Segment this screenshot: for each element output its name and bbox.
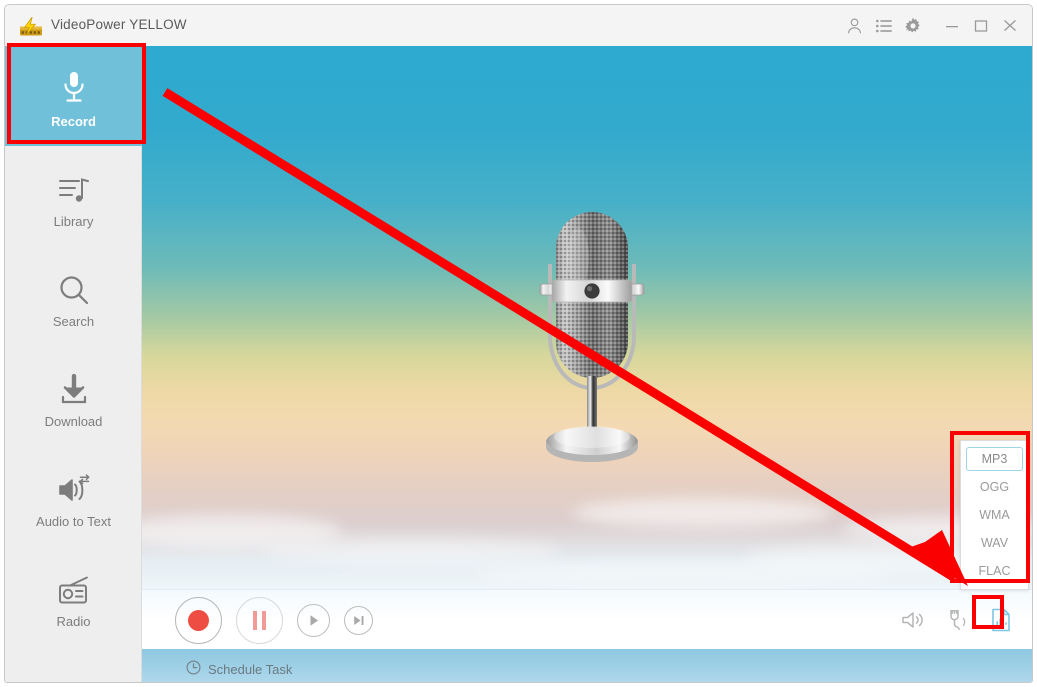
sidebar: Record Library Search Download Audio to … (5, 46, 142, 682)
sidebar-item-label: Library (53, 214, 94, 229)
sidebar-item-label: Record (51, 114, 96, 129)
play-icon (310, 614, 318, 626)
sidebar-item-audio-to-text[interactable]: Audio to Text (5, 446, 142, 546)
transport-buttons (175, 590, 373, 650)
sidebar-item-radio[interactable]: Radio (5, 546, 142, 646)
speaker-icon[interactable] (900, 607, 926, 633)
output-format-icon[interactable] (988, 607, 1014, 633)
sidebar-item-record[interactable]: Record (5, 46, 142, 146)
format-option-mp3[interactable]: MP3 (966, 447, 1023, 471)
format-option-wma[interactable]: WMA (966, 503, 1023, 527)
format-menu[interactable]: MP3 OGG WMA WAV FLAC (960, 440, 1029, 590)
sidebar-item-label: Audio to Text (36, 514, 111, 529)
next-button[interactable] (344, 605, 373, 635)
next-track-icon (353, 615, 363, 625)
studio-microphone-illustration (534, 206, 650, 466)
cloud-shape (472, 562, 892, 584)
transport-right-icons (900, 590, 1014, 650)
pause-button[interactable] (236, 596, 283, 644)
cloud-shape (262, 538, 562, 564)
sidebar-item-download[interactable]: Download (5, 346, 142, 446)
sidebar-item-label: Search (52, 314, 95, 329)
list-icon[interactable] (869, 11, 898, 41)
sidebar-item-search[interactable]: Search (5, 246, 142, 346)
sidebar-item-label: Download (44, 414, 103, 429)
format-option-wav[interactable]: WAV (966, 531, 1023, 555)
cloud-shape (572, 498, 832, 528)
speaker-convert-icon (57, 464, 91, 506)
title-bar: VideoPower YELLOW (5, 5, 1032, 46)
record-dot-icon (188, 609, 209, 631)
gear-icon[interactable] (898, 11, 927, 41)
title-bar-buttons (840, 5, 1024, 46)
sidebar-item-library[interactable]: Library (5, 146, 142, 246)
sidebar-item-label: Radio (56, 614, 91, 629)
clock-icon (186, 660, 201, 678)
maximize-icon[interactable] (966, 11, 995, 41)
schedule-task-button[interactable]: Schedule Task (186, 649, 292, 682)
close-icon[interactable] (995, 11, 1024, 41)
microphone-plug-icon[interactable] (944, 607, 970, 633)
minimize-icon[interactable] (937, 11, 966, 41)
radio-icon (57, 564, 91, 606)
lightning-bolt-film-icon (19, 16, 43, 37)
schedule-task-label: Schedule Task (208, 661, 293, 677)
pause-icon (253, 610, 266, 630)
format-option-ogg[interactable]: OGG (966, 475, 1023, 499)
schedule-bar: Schedule Task (142, 649, 1032, 682)
transport-controls-bar (142, 589, 1032, 649)
main-stage: Schedule Task MP3 OGG WMA WAV FLAC (142, 46, 1032, 682)
cloud-shape (142, 514, 342, 548)
format-option-flac[interactable]: FLAC (966, 559, 1023, 583)
screenshot-root: VideoPower YELLOW Record Library Search … (0, 0, 1037, 687)
application-window: VideoPower YELLOW Record Library Search … (4, 4, 1033, 683)
play-button[interactable] (297, 603, 330, 637)
record-button[interactable] (175, 596, 222, 644)
music-list-icon (58, 164, 90, 206)
account-icon[interactable] (840, 11, 869, 41)
download-arrow-icon (58, 364, 90, 406)
magnifier-icon (58, 264, 90, 306)
window-title: VideoPower YELLOW (51, 17, 187, 32)
microphone-icon (59, 64, 89, 106)
